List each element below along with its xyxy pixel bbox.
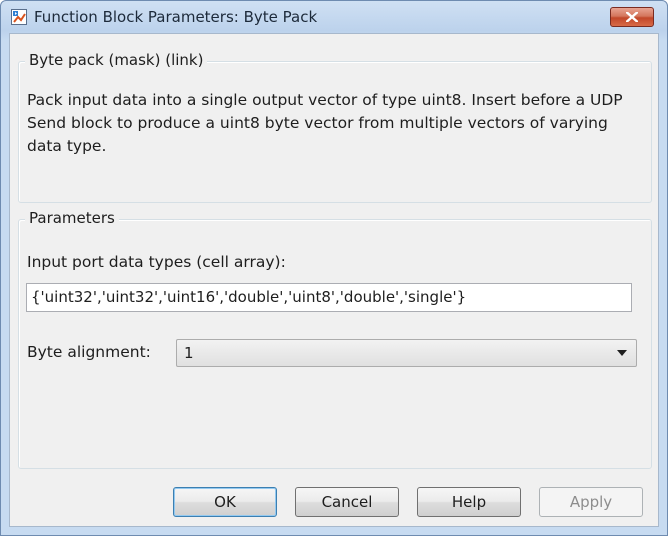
- byte-alignment-value: 1: [184, 344, 194, 362]
- chevron-down-icon: [617, 350, 627, 356]
- description-group: Byte pack (mask) (link) Pack input data …: [18, 51, 652, 203]
- apply-button[interactable]: Apply: [539, 487, 643, 517]
- byte-alignment-select[interactable]: 1: [176, 339, 637, 367]
- window-title: Function Block Parameters: Byte Pack: [34, 8, 318, 26]
- input-types-field[interactable]: {'uint32','uint32','uint16','double','ui…: [26, 283, 632, 312]
- dialog-window: Function Block Parameters: Byte Pack Byt…: [0, 0, 668, 536]
- byte-alignment-label: Byte alignment:: [27, 343, 151, 361]
- dialog-client-area: Byte pack (mask) (link) Pack input data …: [9, 33, 659, 527]
- ok-button[interactable]: OK: [173, 487, 277, 517]
- help-button[interactable]: Help: [417, 487, 521, 517]
- input-types-label: Input port data types (cell array):: [27, 253, 286, 271]
- block-description: Pack input data into a single output vec…: [27, 91, 623, 155]
- close-button[interactable]: [610, 7, 654, 27]
- parameters-group-legend: Parameters: [25, 209, 119, 227]
- simulink-app-icon: [11, 9, 27, 25]
- close-icon: [626, 12, 638, 22]
- title-bar[interactable]: Function Block Parameters: Byte Pack: [1, 1, 667, 33]
- description-group-legend: Byte pack (mask) (link): [25, 51, 208, 69]
- cancel-button[interactable]: Cancel: [295, 487, 399, 517]
